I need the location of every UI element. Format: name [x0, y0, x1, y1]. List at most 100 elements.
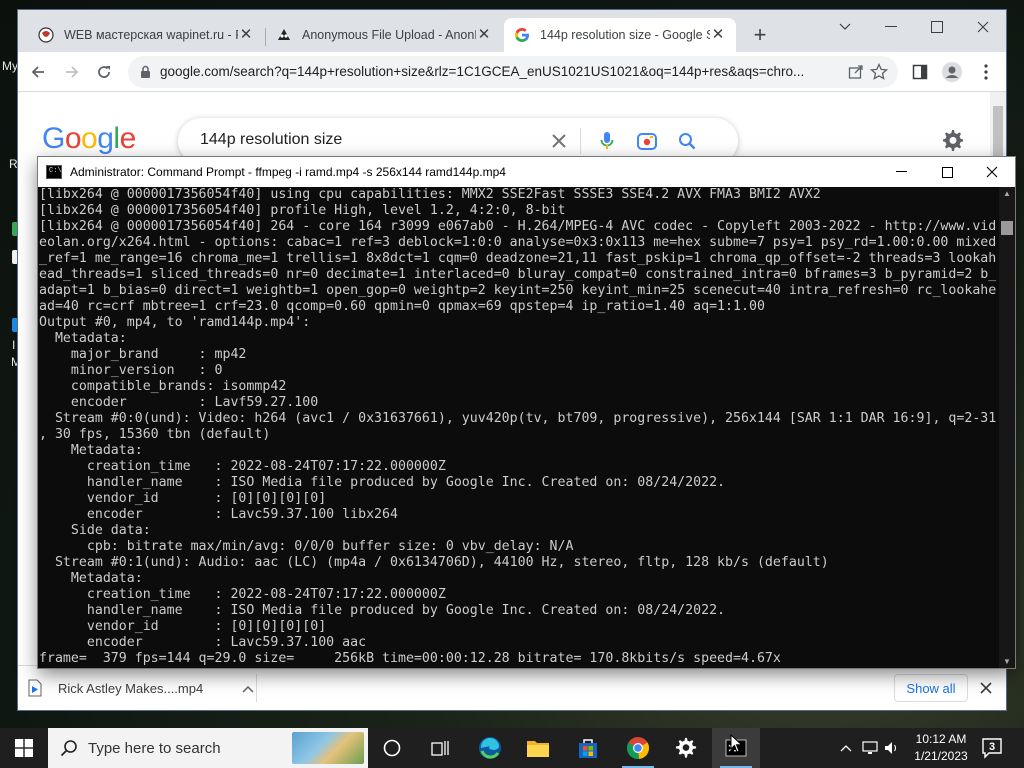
close-download-bar-icon[interactable] [976, 678, 996, 698]
maximize-button[interactable] [924, 157, 970, 187]
side-panel-icon[interactable] [908, 60, 932, 84]
download-bar: Rick Astley Makes....mp4 Show all [18, 665, 1006, 710]
google-logo-letter: e [119, 122, 137, 155]
maximize-button[interactable] [922, 16, 952, 38]
minimize-button[interactable] [878, 157, 924, 187]
download-filename: Rick Astley Makes....mp4 [58, 680, 204, 696]
lock-icon[interactable] [140, 65, 151, 84]
cmd-scrollbar[interactable]: ▲ ▼ [999, 187, 1015, 668]
scroll-down-icon[interactable]: ▼ [1003, 657, 1011, 666]
notification-count: 3 [989, 741, 996, 753]
chevron-up-icon[interactable] [240, 681, 256, 696]
tab-search-icon[interactable] [830, 16, 860, 38]
file-icon [28, 679, 44, 697]
google-logo-letter: o [64, 122, 82, 155]
windows-start-icon[interactable] [0, 728, 48, 768]
console-line: creation_time : 2022-08-24T07:17:22.0000… [39, 459, 446, 474]
menu-kebab-icon[interactable] [974, 60, 998, 84]
search-placeholder: Type here to search [88, 739, 221, 757]
file-explorer-icon[interactable] [514, 728, 562, 768]
desktop-icon-label[interactable]: I [12, 338, 15, 352]
back-button[interactable] [26, 60, 50, 84]
volume-icon[interactable] [884, 740, 900, 756]
close-tab-icon[interactable]: ✕ [710, 27, 726, 43]
console-line: adapt=1 b_bias=0 direct=1 weightb=1 open… [39, 283, 997, 298]
tab-strip: WEB мастерская wapinet.ru - Ri ✕ Anonymo… [18, 10, 1006, 52]
console-line: Output #0, mp4, to 'ramd144p.mp4': [39, 315, 311, 330]
search-icon [60, 739, 78, 757]
tab-title: WEB мастерская wapinet.ru - Ri [64, 28, 238, 42]
browser-toolbar: google.com/search?q=144p+resolution+size… [18, 52, 1006, 92]
notification-center-icon[interactable]: 3 [980, 736, 1004, 760]
command-prompt-icon[interactable] [712, 728, 760, 768]
chevron-up-icon[interactable] [838, 740, 854, 756]
taskbar-clock[interactable]: 10:12 AM 1/21/2023 [906, 731, 976, 765]
console-line: Metadata: [39, 331, 127, 346]
new-tab-button[interactable]: + [749, 24, 771, 46]
taskbar: Type here to search 10:12 AM 1/21/2023 3 [0, 728, 1024, 768]
download-divider [256, 674, 257, 702]
close-tab-icon[interactable]: ✕ [476, 27, 492, 43]
clock-date: 1/21/2023 [914, 749, 968, 763]
console-line: Stream #0:0(und): Video: h264 (avc1 / 0x… [39, 411, 997, 426]
console-line: compatible_brands: isommp42 [39, 379, 287, 394]
console-line: vendor_id : [0][0][0][0] [39, 491, 327, 506]
download-item[interactable]: Rick Astley Makes....mp4 [28, 672, 256, 704]
network-icon[interactable] [862, 740, 878, 756]
google-logo-letter: g [97, 122, 114, 155]
console-line: minor_version : 0 [39, 363, 223, 378]
google-logo-letter: o [81, 122, 98, 155]
scroll-up-icon[interactable]: ▲ [1003, 189, 1011, 198]
clear-search-icon[interactable] [548, 130, 570, 152]
chrome-icon[interactable] [614, 728, 662, 768]
timeline-icon[interactable] [416, 728, 464, 768]
desktop-icon-label[interactable]: R [9, 157, 18, 171]
task-view-icon[interactable] [368, 728, 416, 768]
tab-google-search[interactable]: 144p resolution size - Google Se ✕ [504, 18, 736, 52]
scrollbar-thumb[interactable] [1001, 221, 1013, 235]
show-all-downloads-button[interactable]: Show all [894, 674, 968, 702]
url-text[interactable]: google.com/search?q=144p+resolution+size… [160, 64, 830, 79]
search-query[interactable]: 144p resolution size [200, 131, 342, 149]
console-line: [libx264 @ 0000017356054f40] 264 - core … [39, 219, 997, 234]
tab-wapinet[interactable]: WEB мастерская wapinet.ru - Ri ✕ [28, 18, 264, 52]
reload-button[interactable] [92, 60, 116, 84]
close-tab-icon[interactable]: ✕ [238, 27, 254, 43]
cmd-console-output[interactable]: [libx264 @ 0000017356054f40] using cpu c… [38, 187, 999, 668]
address-bar[interactable]: google.com/search?q=144p+resolution+size… [128, 56, 898, 88]
gear-icon[interactable] [940, 128, 964, 152]
lens-search-icon[interactable] [636, 130, 658, 152]
console-line: Stream #0:1(und): Audio: aac (LC) (mp4a … [39, 555, 829, 570]
edge-icon[interactable] [466, 728, 514, 768]
console-line: cpb: bitrate max/min/avg: 0/0/0 buffer s… [39, 539, 574, 554]
console-line: , 30 fps, 15360 tbn (default) [39, 427, 271, 442]
console-line: handler_name : ISO Media file produced b… [39, 603, 726, 618]
close-window-button[interactable] [969, 157, 1015, 187]
mouse-cursor-icon [730, 734, 743, 753]
close-window-button[interactable] [968, 16, 998, 38]
store-icon[interactable] [564, 728, 612, 768]
google-favicon [514, 27, 530, 43]
cmd-title-bar[interactable]: C:\ Administrator: Command Prompt - ffmp… [38, 157, 1015, 187]
minimize-button[interactable] [876, 16, 906, 38]
search-highlight-image[interactable] [292, 732, 364, 764]
profile-avatar-icon[interactable] [940, 60, 964, 84]
bookmark-star-icon[interactable] [869, 62, 889, 86]
console-line: _ref=1 me_range=16 chroma_me=1 trellis=1… [39, 251, 997, 266]
voice-search-icon[interactable] [596, 130, 618, 152]
console-line: [libx264 @ 0000017356054f40] profile Hig… [39, 203, 566, 218]
share-icon[interactable] [848, 64, 864, 85]
google-logo[interactable]: Google [42, 122, 136, 156]
console-line: ead_threads=1 sliced_threads=0 nr=0 deci… [39, 267, 997, 282]
wapinet-favicon [38, 27, 54, 43]
tab-anonfiles[interactable]: Anonymous File Upload - AnonF ✕ [266, 18, 502, 52]
console-line: frame= 379 fps=144 q=29.0 size= 256kB ti… [39, 651, 781, 666]
console-line: handler_name : ISO Media file produced b… [39, 475, 726, 490]
desktop-icon-label[interactable]: My [2, 59, 18, 73]
forward-button[interactable] [60, 60, 84, 84]
settings-icon[interactable] [662, 728, 710, 768]
search-icon[interactable] [676, 130, 698, 152]
command-prompt-icon: C:\ [46, 165, 62, 179]
url-host: google.com [160, 64, 230, 79]
taskbar-search-box[interactable]: Type here to search [48, 728, 368, 768]
